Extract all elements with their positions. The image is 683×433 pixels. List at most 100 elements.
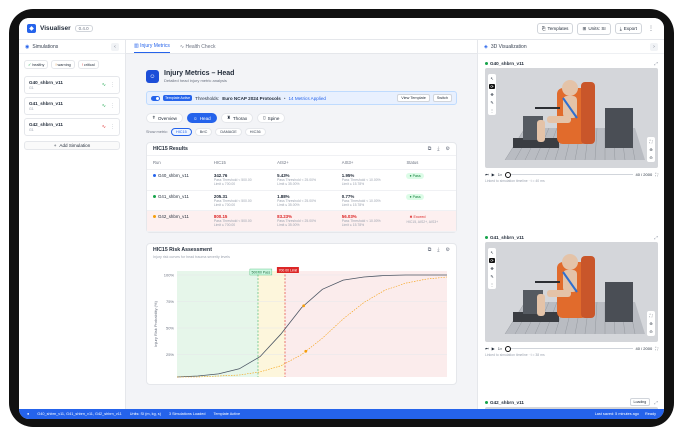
zoom-out-icon[interactable]: ⊖ <box>649 329 652 334</box>
thresholds-label: Thresholds: <box>195 95 220 101</box>
metric-chip-damage[interactable]: DAMAGE <box>215 128 242 136</box>
time-readout: t = 40 ms <box>530 179 545 183</box>
fit-icon[interactable]: ⛶ <box>650 139 653 144</box>
move-icon[interactable]: ✥ <box>490 266 493 271</box>
simulation-name: G41_shbrn_v11 <box>29 101 63 106</box>
ais3-cell: 0.77% Pass Threshold < 10.00% Limit ≤ 15.7… <box>335 190 401 211</box>
view-template-button[interactable]: View Template <box>397 94 430 102</box>
timeline-slider[interactable] <box>505 346 633 352</box>
measure-icon[interactable]: ✎ <box>490 274 493 279</box>
speed-icon[interactable]: 1× <box>498 346 503 351</box>
collapse-panel-icon[interactable]: › <box>650 42 658 51</box>
health-pulse-icon: ∿ <box>101 103 106 109</box>
table-row[interactable]: G40_shbrn_v11 342.76 Pass Threshold < 500.… <box>147 169 456 191</box>
ais3-cell: 1.95% Pass Threshold < 10.00% Limit ≤ 15.7… <box>335 169 401 191</box>
3d-viewport[interactable]: ↖ ⟳ ✥ ✎ ⋮ ⛶ ⊕ ⊖ <box>485 68 658 168</box>
more-icon[interactable]: ⋮ <box>490 108 494 113</box>
download-icon[interactable]: ⤓ <box>437 247 439 253</box>
tab-injury-metrics[interactable]: ▥ Injury Metrics <box>134 43 170 53</box>
more-options-icon[interactable]: ⋮ <box>110 103 115 109</box>
more-options-icon[interactable]: ⋮ <box>110 82 115 88</box>
measure-icon[interactable]: ✎ <box>490 100 493 105</box>
play-icon[interactable]: ▶ <box>492 346 495 351</box>
more-menu-icon[interactable]: ⋮ <box>646 25 656 32</box>
hic-cell: 342.76 Pass Threshold < 500.00 Limit ≤ 700… <box>207 169 272 191</box>
link-info: Linked to simulation timeline <box>485 179 528 183</box>
zoom-in-icon[interactable]: ⊕ <box>649 321 652 326</box>
more-options-icon[interactable]: ⋮ <box>110 124 115 130</box>
timeline-slider[interactable] <box>505 172 633 178</box>
move-icon[interactable]: ✥ <box>490 92 493 97</box>
rotate-icon[interactable]: ⟳ <box>489 258 495 263</box>
filter-chip-critical[interactable]: ! critical <box>77 60 99 69</box>
table-row[interactable]: G42_shbrn_v11 800.15 Pass Threshold < 500.… <box>147 210 456 232</box>
collapse-panel-icon[interactable]: ‹ <box>111 42 119 51</box>
play-icon[interactable]: ▶ <box>492 172 495 177</box>
rotate-icon[interactable]: ⟳ <box>489 84 495 89</box>
series-dot <box>153 174 156 177</box>
region-thorax-button[interactable]: ♜ Thorax <box>220 113 254 123</box>
filter-chip-warning[interactable]: ! warning <box>51 60 75 69</box>
chip-label: warning <box>57 62 71 67</box>
settings-icon[interactable]: ⚙ <box>446 146 450 152</box>
status-badge: ● Pass <box>406 193 424 200</box>
copy-icon[interactable]: ⧉ <box>428 247 432 253</box>
crash-test-scene <box>504 254 645 335</box>
run-point[interactable] <box>304 349 308 353</box>
run-name: G41_shbrn_v11 <box>158 193 189 199</box>
pointer-icon[interactable]: ↖ <box>490 76 493 81</box>
simulation-sub: G1 <box>29 86 34 90</box>
table-row[interactable]: G41_shbrn_v11 205.31 Pass Threshold < 500.… <box>147 190 456 211</box>
health-pulse-icon: ∿ <box>101 82 106 88</box>
expand-icon[interactable]: ⤢ <box>654 235 658 240</box>
zoom-out-icon[interactable]: ⊖ <box>649 155 652 160</box>
filter-chip-healthy[interactable]: ✓ healthy <box>24 60 49 69</box>
download-icon[interactable]: ⤓ <box>437 146 439 152</box>
cube-icon: ◈ <box>484 43 488 50</box>
template-toggle[interactable] <box>151 95 160 101</box>
download-icon: ⤓ <box>619 26 622 31</box>
skip-back-icon[interactable]: ⏮ <box>485 172 489 177</box>
run-point[interactable] <box>302 303 306 307</box>
add-simulation-button[interactable]: + Add Simulation <box>24 141 120 150</box>
region-overview-button[interactable]: ✝ Overview <box>146 113 184 123</box>
fullscreen-icon[interactable]: ⛶ <box>655 172 658 177</box>
simulation-item[interactable]: G41_shbrn_v11 G1 ∿ ⋮ <box>24 97 120 115</box>
simulation-item[interactable]: G42_shbrn_v11 G1 ∿ ⋮ <box>24 118 120 136</box>
risk-title: HIC15 Risk Assessment <box>153 247 212 253</box>
fullscreen-icon[interactable]: ⛶ <box>655 346 658 351</box>
simulation-name: G42_shbrn_v11 <box>29 122 63 127</box>
tab-health-check[interactable]: ∿ Health Check <box>180 44 216 53</box>
status-updated: Last saved: 5 minutes ago <box>594 412 640 416</box>
pointer-icon[interactable]: ↖ <box>490 250 493 255</box>
3d-viewport[interactable]: ↖ ⟳ ✥ ✎ ⋮ ⛶ ⊕ ⊖ <box>485 242 658 342</box>
region-head-button[interactable]: ☺ Head <box>187 113 217 123</box>
fit-icon[interactable]: ⛶ <box>650 313 653 318</box>
expand-icon[interactable]: ⤢ <box>654 400 658 405</box>
copy-icon[interactable]: ⧉ <box>428 146 432 152</box>
tab-label: Injury Metrics <box>140 43 170 49</box>
simulations-title: Simulations <box>32 43 59 50</box>
more-icon[interactable]: ⋮ <box>490 282 494 287</box>
status-text: Pass <box>412 194 421 199</box>
settings-icon[interactable]: ⚙ <box>446 247 450 253</box>
region-label: Spine <box>267 115 280 121</box>
y-tick-label: 100% <box>164 272 175 277</box>
metric-chip-hic36[interactable]: HIC36 <box>244 128 266 136</box>
units-button[interactable]: ⊞ Units: SI <box>577 22 611 35</box>
expand-icon[interactable]: ⤢ <box>654 61 658 66</box>
region-spine-button[interactable]: ▯ Spine <box>257 113 286 123</box>
hic-cell: 800.15 Pass Threshold < 500.00 Limit ≤ 700… <box>207 210 272 232</box>
skip-back-icon[interactable]: ⏮ <box>485 346 489 351</box>
simulation-item[interactable]: G40_shbrn_v11 G1 ∿ ⋮ <box>24 76 120 94</box>
metric-chip-bric[interactable]: BrIC <box>194 128 213 136</box>
zoom-in-icon[interactable]: ⊕ <box>649 147 652 152</box>
viewport-card: G41_shbrn_v11 ⤢ ↖ ⟳ ✥ ✎ ⋮ ⛶ ⊕ ⊖ ⏮ ▶ 1× 4… <box>485 232 658 357</box>
export-button[interactable]: ⤓ Export <box>614 23 642 34</box>
switch-template-button[interactable]: Switch <box>432 94 452 102</box>
templates-button[interactable]: ⎘ Templates <box>536 23 574 34</box>
speed-icon[interactable]: 1× <box>498 172 503 177</box>
column-header: Status <box>400 156 456 170</box>
status-cell: ● Pass <box>400 169 456 191</box>
metric-chip-hic15[interactable]: HIC15 <box>170 128 192 136</box>
